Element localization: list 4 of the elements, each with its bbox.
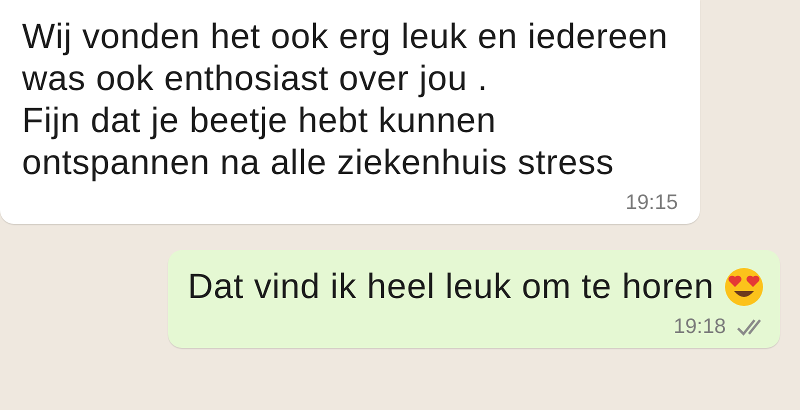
message-text: Wij vonden het ook erg leuk en iedereen was ook enthosiast over jou . Fijn dat je beetje hebt kunnen ontspannen na alle ziekenhuis stress xyxy=(22,16,670,184)
message-time: 19:18 xyxy=(673,314,726,340)
message-time: 19:15 xyxy=(625,190,678,216)
message-text: Dat vind ik heel leuk om te horen xyxy=(188,266,714,308)
